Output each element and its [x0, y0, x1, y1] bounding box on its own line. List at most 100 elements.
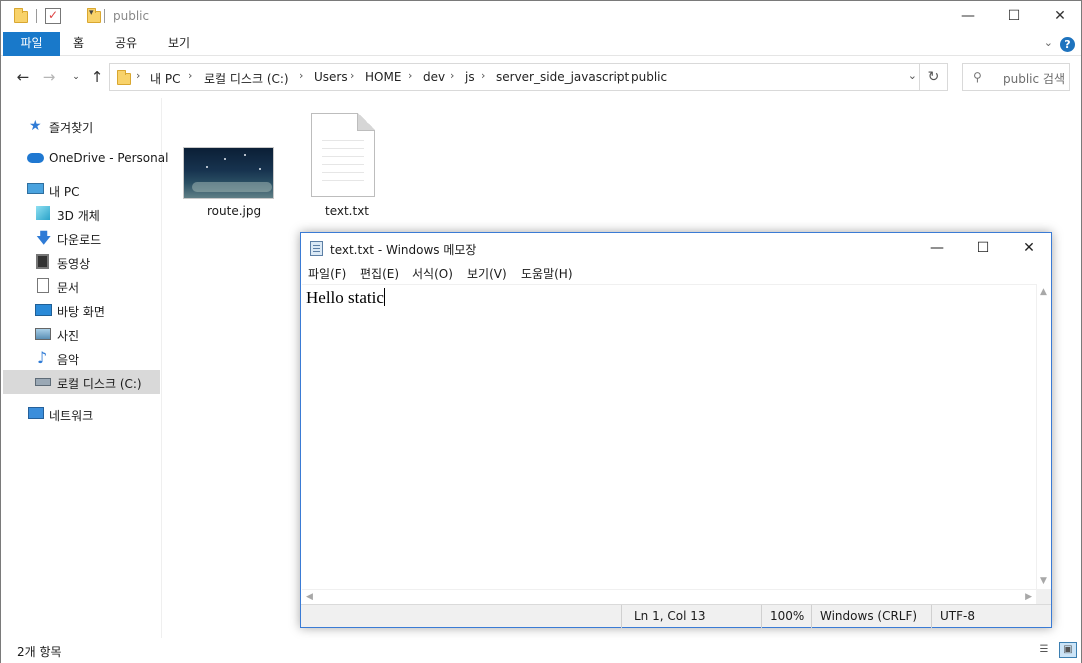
- search-box[interactable]: ⚲ public 검색: [962, 63, 1070, 91]
- nav-item-onedrive[interactable]: OneDrive - Personal: [3, 146, 168, 170]
- scroll-up-icon[interactable]: ▲: [1040, 287, 1047, 297]
- desktop-icon: [35, 304, 52, 316]
- document-content: Hello static: [306, 288, 384, 307]
- recent-locations-icon[interactable]: ⌄: [65, 67, 87, 87]
- nav-item-pictures[interactable]: 사진: [3, 322, 160, 346]
- tab-file[interactable]: 파일: [3, 32, 60, 56]
- film-icon: [36, 254, 49, 269]
- address-history-icon[interactable]: ⌄: [908, 69, 917, 82]
- breadcrumb-item[interactable]: 로컬 디스크 (C:): [204, 70, 289, 87]
- star-icon: ★: [29, 118, 42, 134]
- menu-file[interactable]: 파일(F): [308, 265, 346, 282]
- maximize-button[interactable]: ☐: [960, 233, 1006, 263]
- tab-view[interactable]: 보기: [154, 32, 204, 56]
- line-ending: Windows (CRLF): [811, 605, 931, 628]
- breadcrumb-item[interactable]: 내 PC: [150, 70, 180, 87]
- document-icon: [37, 278, 49, 293]
- breadcrumb-separator-icon: ›: [188, 69, 193, 82]
- breadcrumb-item[interactable]: HOME: [365, 70, 401, 84]
- notepad-titlebar: text.txt - Windows 메모장 — ☐ ✕: [301, 233, 1051, 263]
- menu-edit[interactable]: 편집(E): [360, 265, 399, 282]
- nav-label: 네트워크: [49, 409, 94, 423]
- search-placeholder: public 검색: [1003, 72, 1066, 86]
- help-icon[interactable]: ?: [1060, 37, 1075, 52]
- breadcrumb-separator-icon: ›: [299, 69, 304, 82]
- vertical-scrollbar[interactable]: ▲ ▼: [1036, 284, 1051, 589]
- folder-icon: [14, 8, 28, 23]
- minimize-button[interactable]: —: [945, 1, 991, 32]
- nav-label: 바탕 화면: [57, 305, 105, 319]
- breadcrumb-item[interactable]: public: [631, 70, 667, 84]
- nav-label: 다운로드: [57, 233, 102, 247]
- details-view-icon[interactable]: ☰: [1035, 642, 1053, 658]
- nav-item-quick-access[interactable]: ★ 즐겨찾기: [3, 114, 160, 138]
- nav-label: 문서: [57, 281, 80, 295]
- scroll-down-icon[interactable]: ▼: [1040, 576, 1047, 586]
- nav-item-music[interactable]: ♪ 음악: [3, 346, 160, 370]
- nav-item-network[interactable]: 네트워크: [3, 402, 160, 426]
- properties-icon[interactable]: ✓: [45, 8, 61, 24]
- music-note-icon: ♪: [37, 348, 48, 367]
- minimize-button[interactable]: —: [914, 233, 960, 263]
- maximize-button[interactable]: ☐: [991, 1, 1037, 32]
- nav-item-3d-objects[interactable]: 3D 개체: [3, 202, 160, 226]
- forward-button[interactable]: →: [38, 67, 60, 87]
- notepad-status-bar: Ln 1, Col 13 100% Windows (CRLF) UTF-8: [301, 604, 1051, 628]
- image-thumbnail: [183, 147, 274, 199]
- menu-help[interactable]: 도움말(H): [521, 265, 573, 282]
- notepad-window: text.txt - Windows 메모장 — ☐ ✕ 파일(F) 편집(E)…: [300, 232, 1052, 628]
- cube-icon: [36, 206, 50, 220]
- breadcrumb-item[interactable]: dev: [423, 70, 445, 84]
- picture-icon: [35, 328, 51, 340]
- divider: [104, 9, 105, 23]
- nav-item-documents[interactable]: 문서: [3, 274, 160, 298]
- breadcrumb-separator-icon: ›: [450, 69, 455, 82]
- scroll-left-icon[interactable]: ◀: [306, 592, 313, 602]
- up-button[interactable]: ↑: [86, 67, 108, 87]
- menu-view[interactable]: 보기(V): [467, 265, 507, 282]
- nav-label: 사진: [57, 329, 80, 343]
- customize-toolbar-icon[interactable]: ▾: [89, 8, 94, 28]
- nav-label: 즐겨찾기: [49, 121, 94, 135]
- address-bar[interactable]: › 내 PC › 로컬 디스크 (C:) › Users › HOME › de…: [109, 63, 948, 91]
- breadcrumb-separator-icon: ›: [481, 69, 486, 82]
- nav-item-local-disk[interactable]: 로컬 디스크 (C:): [3, 370, 160, 394]
- breadcrumb-item[interactable]: Users: [314, 70, 348, 84]
- tab-home[interactable]: 홈: [59, 32, 98, 56]
- horizontal-scrollbar[interactable]: ◀ ▶: [302, 589, 1036, 604]
- encoding: UTF-8: [931, 605, 1051, 628]
- cursor-position: Ln 1, Col 13: [621, 605, 761, 628]
- window-title: public: [113, 9, 150, 23]
- nav-item-desktop[interactable]: 바탕 화면: [3, 298, 160, 322]
- computer-icon: [27, 183, 44, 194]
- address-row: ← → ⌄ ↑ › 내 PC › 로컬 디스크 (C:) › Users › H…: [1, 57, 1081, 97]
- breadcrumb-item[interactable]: js: [465, 70, 475, 84]
- nav-label: 내 PC: [49, 185, 80, 199]
- text-caret: [383, 288, 385, 306]
- expand-ribbon-icon[interactable]: ⌄: [1044, 36, 1053, 49]
- tab-share[interactable]: 공유: [101, 32, 151, 56]
- scrollbar-corner: [1036, 589, 1051, 604]
- close-button[interactable]: ✕: [1037, 1, 1082, 32]
- breadcrumb-separator-icon: ›: [616, 69, 621, 82]
- large-icons-view-icon[interactable]: ▣: [1059, 642, 1077, 658]
- file-name: text.txt: [325, 204, 370, 218]
- download-icon: 🡇: [36, 229, 52, 247]
- back-button[interactable]: ←: [12, 67, 34, 87]
- nav-item-this-pc[interactable]: 내 PC: [3, 178, 160, 202]
- document-text: Hello static: [306, 288, 385, 308]
- nav-item-downloads[interactable]: 🡇 다운로드: [3, 226, 160, 250]
- cloud-icon: [27, 153, 44, 163]
- breadcrumb-separator-icon: ›: [136, 69, 141, 82]
- close-button[interactable]: ✕: [1006, 233, 1052, 263]
- scroll-right-icon[interactable]: ▶: [1025, 592, 1032, 602]
- notepad-text-area[interactable]: Hello static: [302, 284, 1036, 589]
- nav-label: 로컬 디스크 (C:): [57, 377, 142, 391]
- menu-format[interactable]: 서식(O): [412, 265, 453, 282]
- notepad-icon: [310, 241, 323, 256]
- nav-item-videos[interactable]: 동영상: [3, 250, 160, 274]
- refresh-button[interactable]: ↻: [919, 64, 947, 90]
- breadcrumb-separator-icon: ›: [408, 69, 413, 82]
- notepad-menu-bar: 파일(F) 편집(E) 서식(O) 보기(V) 도움말(H): [301, 263, 1051, 283]
- breadcrumb-item[interactable]: server_side_javascript: [496, 70, 629, 84]
